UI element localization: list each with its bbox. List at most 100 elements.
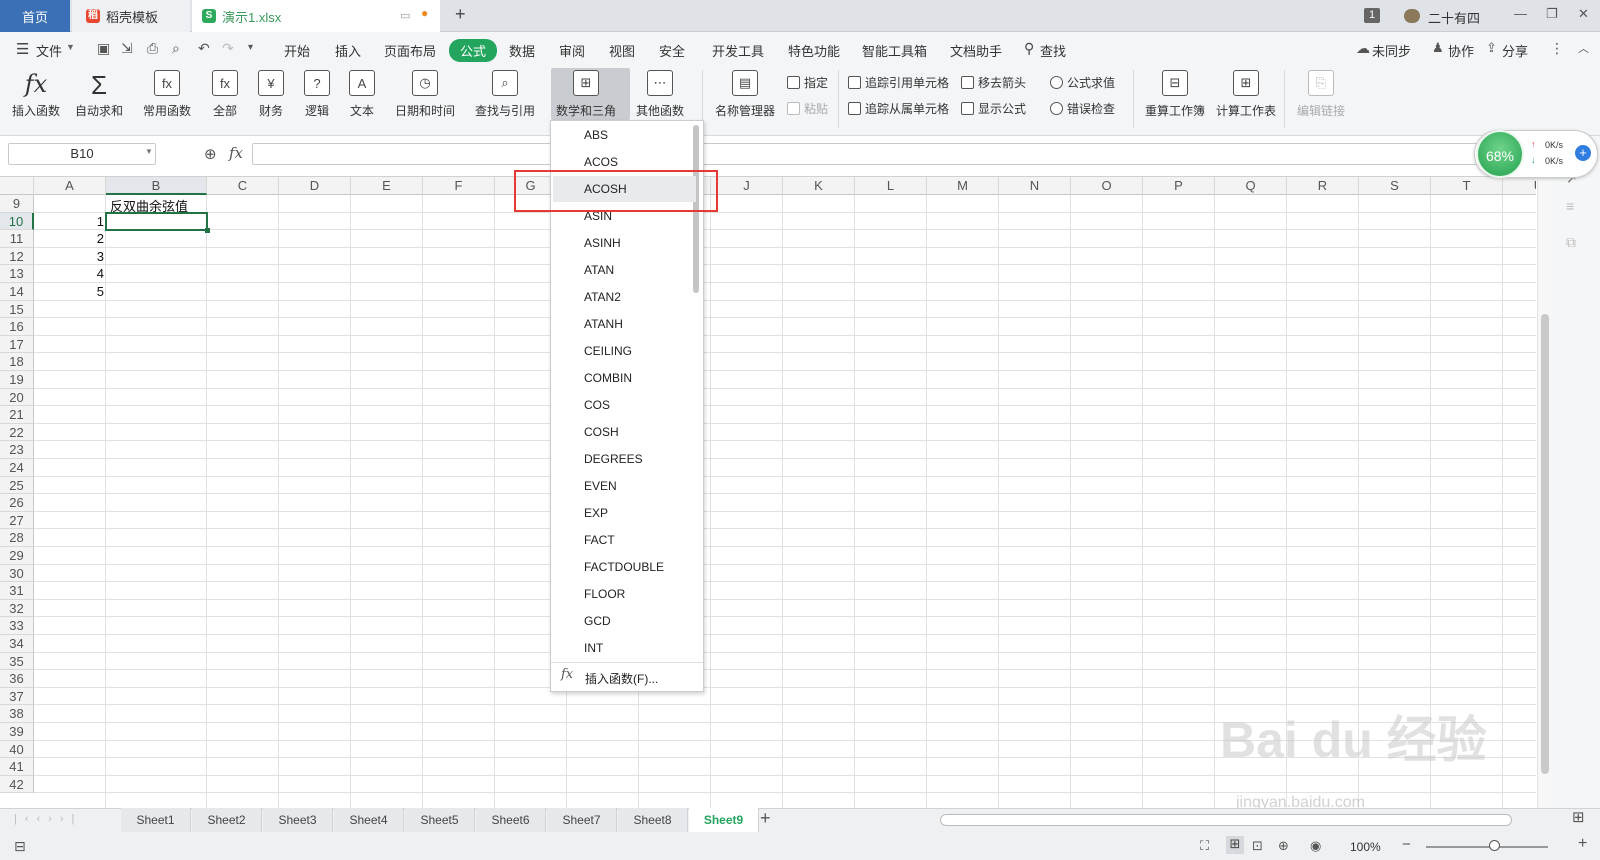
row-header-21[interactable]: 21 (0, 406, 34, 424)
column-header-K[interactable]: K (783, 177, 855, 195)
column-header-R[interactable]: R (1287, 177, 1359, 195)
row-header-15[interactable]: 15 (0, 300, 34, 319)
zoom-in-button[interactable]: + (1578, 835, 1587, 853)
dropdown-item-cosh[interactable]: COSH (584, 425, 619, 439)
minimize-button[interactable]: — (1514, 6, 1527, 21)
normal-view-icon[interactable]: ⊞ (1226, 836, 1244, 854)
column-header-O[interactable]: O (1071, 177, 1143, 195)
add-sheet-button[interactable]: + (760, 808, 771, 829)
menu-formula[interactable]: 公式 (449, 39, 498, 62)
column-header-C[interactable]: C (207, 177, 279, 195)
row-header-23[interactable]: 23 (0, 441, 34, 459)
name-manager-button[interactable]: ▤ 名称管理器 (715, 70, 775, 119)
cell-A13[interactable]: 4 (34, 266, 104, 281)
backup-icon[interactable]: ⧉ (1566, 234, 1576, 251)
formula-input[interactable] (252, 143, 1482, 165)
column-header-P[interactable]: P (1143, 177, 1215, 195)
menu-review[interactable]: 审阅 (559, 41, 585, 60)
vertical-scrollbar[interactable] (1537, 176, 1552, 808)
logic-button[interactable]: ? 逻辑 (304, 70, 330, 119)
trace-precedents-button[interactable]: 追踪引用单元格 (848, 74, 949, 91)
cell-A11[interactable]: 2 (34, 231, 104, 246)
zoom-out-button[interactable]: − (1402, 836, 1411, 853)
print-preview-icon[interactable]: ⌕ (172, 40, 180, 57)
sheet-nav-arrows[interactable]: |‹‹››| (14, 813, 82, 825)
print-icon[interactable]: ⎙ (147, 40, 158, 57)
lookup-button[interactable]: ⌕ 查找与引用 (475, 70, 535, 119)
chevron-down-icon[interactable]: ▼ (145, 147, 153, 156)
menu-security[interactable]: 安全 (659, 41, 685, 60)
dropdown-item-cos[interactable]: COS (584, 398, 610, 412)
show-formulas-button[interactable]: 显示公式 (961, 100, 1026, 117)
dropdown-item-combin[interactable]: COMBIN (584, 371, 632, 385)
hamburger-icon[interactable]: ☰ (16, 40, 29, 58)
page-break-icon[interactable]: ⊡ (1252, 838, 1263, 854)
sheet-tab-sheet3[interactable]: Sheet3 (263, 808, 333, 832)
row-header-41[interactable]: 41 (0, 758, 34, 776)
edit-links-button[interactable]: ⎘ 编辑链接 (1297, 70, 1345, 119)
search-icon[interactable]: ⚲ (1024, 40, 1034, 57)
new-tab-button[interactable]: + (455, 4, 466, 25)
specify-button[interactable]: 指定 (787, 74, 828, 91)
grid-view-icon[interactable]: ⊞ (1572, 808, 1585, 826)
row-header-42[interactable]: 42 (0, 775, 34, 794)
row-header-28[interactable]: 28 (0, 529, 34, 547)
select-all-corner[interactable] (0, 177, 34, 195)
tab-file[interactable]: S 演示1.xlsx ▭ ● (192, 0, 440, 32)
dropdown-item-acos[interactable]: ACOS (584, 155, 618, 169)
sheet-tab-sheet7[interactable]: Sheet7 (547, 808, 617, 832)
sheet-tab-sheet2[interactable]: Sheet2 (192, 808, 262, 832)
row-header-40[interactable]: 40 (0, 740, 34, 759)
undo-icon[interactable]: ↶ (198, 40, 210, 57)
dropdown-item-factdouble[interactable]: FACTDOUBLE (584, 560, 664, 574)
row-header-16[interactable]: 16 (0, 318, 34, 336)
user-name[interactable]: 二十有四 (1428, 8, 1480, 27)
menu-page-layout[interactable]: 页面布局 (384, 41, 436, 60)
dropdown-item-gcd[interactable]: GCD (584, 614, 611, 628)
row-header-11[interactable]: 11 (0, 230, 34, 248)
dropdown-item-even[interactable]: EVEN (584, 479, 617, 493)
cell-A10[interactable]: 1 (34, 214, 104, 229)
zoom-icon[interactable]: ⊕ (204, 145, 217, 163)
dropdown-item-atanh[interactable]: ATANH (584, 317, 623, 331)
tab-home[interactable]: 首页 (0, 0, 70, 32)
monitor-icon[interactable]: ▭ (400, 9, 410, 22)
horizontal-scrollbar[interactable] (940, 814, 1512, 826)
sheet-tab-sheet1[interactable]: Sheet1 (121, 808, 191, 832)
reading-mode-icon[interactable]: ⊕ (1278, 838, 1289, 854)
menu-view[interactable]: 视图 (609, 41, 635, 60)
sheet-tab-sheet8[interactable]: Sheet8 (618, 808, 688, 832)
fullscreen-icon[interactable]: ⛶ (1200, 838, 1209, 854)
menu-special[interactable]: 特色功能 (788, 41, 840, 60)
fx-icon[interactable]: fx (229, 144, 243, 162)
sheet-tab-sheet9[interactable]: Sheet9 (689, 808, 759, 832)
row-header-30[interactable]: 30 (0, 564, 34, 583)
more-icon[interactable]: ⋮ (1550, 40, 1564, 57)
trace-dependents-button[interactable]: 追踪从属单元格 (848, 100, 949, 117)
row-header-37[interactable]: 37 (0, 687, 34, 706)
column-header-T[interactable]: T (1431, 177, 1503, 195)
column-header-D[interactable]: D (279, 177, 351, 195)
row-header-27[interactable]: 27 (0, 511, 34, 530)
export-icon[interactable]: ⇲ (121, 40, 133, 57)
scroll-thumb[interactable] (1541, 314, 1549, 774)
row-header-17[interactable]: 17 (0, 335, 34, 354)
menu-file[interactable]: 文件 (36, 41, 62, 60)
column-header-L[interactable]: L (855, 177, 927, 195)
math-trig-button[interactable]: ⊞ 数学和三角 (556, 70, 616, 119)
row-header-34[interactable]: 34 (0, 635, 34, 653)
dropdown-item-abs[interactable]: ABS (584, 128, 608, 142)
row-header-14[interactable]: 14 (0, 283, 34, 301)
row-header-31[interactable]: 31 (0, 582, 34, 600)
menu-developer[interactable]: 开发工具 (712, 41, 764, 60)
property-icon[interactable]: ≡ (1566, 198, 1574, 214)
text-button[interactable]: A 文本 (349, 70, 375, 119)
redo-icon[interactable]: ↷ (222, 40, 234, 57)
row-header-24[interactable]: 24 (0, 459, 34, 477)
column-header-E[interactable]: E (351, 177, 423, 195)
row-header-20[interactable]: 20 (0, 388, 34, 407)
column-header-A[interactable]: A (34, 177, 106, 195)
avatar[interactable] (1404, 9, 1420, 23)
row-header-38[interactable]: 38 (0, 705, 34, 723)
row-header-12[interactable]: 12 (0, 247, 34, 266)
